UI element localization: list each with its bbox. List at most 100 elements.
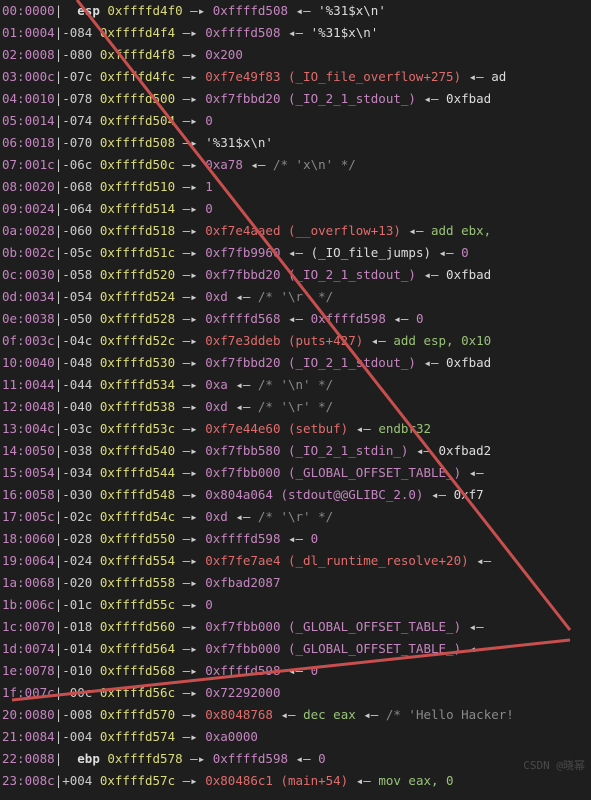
arrow-icon: —▸ bbox=[175, 641, 205, 656]
line-index: 00:0000 bbox=[2, 3, 55, 18]
address: 0xffffd54c bbox=[100, 509, 175, 524]
address: 0xffffd508 bbox=[100, 135, 175, 150]
offset: |-024 bbox=[55, 553, 100, 568]
arrow-icon: —▸ bbox=[175, 575, 205, 590]
arrow-icon: —▸ bbox=[175, 311, 205, 326]
stack-row: 1e:0078|-010 0xffffd568 —▸ 0xffffd598 ◂—… bbox=[0, 660, 591, 682]
arrow-icon: —▸ bbox=[175, 597, 205, 612]
arrow-icon: —▸ bbox=[175, 399, 205, 414]
stack-row: 08:0020|-068 0xffffd510 —▸ 1 bbox=[0, 176, 591, 198]
line-index: 23:008c bbox=[2, 773, 55, 788]
arrow-icon: ◂— bbox=[461, 69, 491, 84]
arrow-icon: —▸ bbox=[175, 355, 205, 370]
arrow-icon: ◂— bbox=[280, 531, 310, 546]
stack-row: 19:0064|-024 0xffffd554 —▸ 0xf7fe7ae4 (_… bbox=[0, 550, 591, 572]
arrow-icon: —▸ bbox=[175, 135, 205, 150]
stack-value: '%31$x\n' bbox=[205, 135, 273, 150]
address: 0xffffd518 bbox=[100, 223, 175, 238]
stack-row: 0a:0028|-060 0xffffd518 —▸ 0xf7e4aaed (_… bbox=[0, 220, 591, 242]
arrow-icon: ◂— bbox=[423, 487, 453, 502]
stack-value: 0xf7e4aaed (__overflow+13) bbox=[205, 223, 401, 238]
arrow-icon: —▸ bbox=[175, 47, 205, 62]
arrow-icon: ◂— bbox=[228, 377, 258, 392]
stack-value: 0xfbad2 bbox=[439, 443, 492, 458]
arrow-icon: —▸ bbox=[175, 113, 205, 128]
arrow-icon: —▸ bbox=[175, 773, 205, 788]
stack-value: 0xf7fb9960 bbox=[205, 245, 280, 260]
address: 0xffffd504 bbox=[100, 113, 175, 128]
stack-value: '%31$x\n' bbox=[318, 3, 386, 18]
stack-value: 0xf7fbb000 (_GLOBAL_OFFSET_TABLE_) bbox=[205, 641, 461, 656]
line-index: 19:0064 bbox=[2, 553, 55, 568]
stack-row: 11:0044|-044 0xffffd534 —▸ 0xa ◂— /* '\n… bbox=[0, 374, 591, 396]
offset: |-064 bbox=[55, 201, 100, 216]
stack-value: 0xffffd598 bbox=[205, 531, 280, 546]
stack-value: 0xffffd598 bbox=[213, 751, 288, 766]
address: 0xffffd534 bbox=[100, 377, 175, 392]
offset: |-060 bbox=[55, 223, 100, 238]
arrow-icon: ◂— bbox=[228, 399, 258, 414]
stack-row: 00:0000| esp 0xffffd4f0 —▸ 0xffffd508 ◂—… bbox=[0, 0, 591, 22]
line-index: 14:0050 bbox=[2, 443, 55, 458]
arrow-icon: ◂— bbox=[363, 333, 393, 348]
stack-value: 0x8048768 bbox=[205, 707, 273, 722]
address: 0xffffd53c bbox=[100, 421, 175, 436]
arrow-icon: ◂— bbox=[431, 245, 461, 260]
arrow-icon: ◂— bbox=[228, 289, 258, 304]
stack-value: ad bbox=[491, 69, 506, 84]
line-index: 0b:002c bbox=[2, 245, 55, 260]
address: 0xffffd4f8 bbox=[100, 47, 175, 62]
arrow-icon: —▸ bbox=[175, 245, 205, 260]
arrow-icon: ◂— bbox=[416, 267, 446, 282]
arrow-icon: —▸ bbox=[175, 377, 205, 392]
stack-row: 05:0014|-074 0xffffd504 —▸ 0 bbox=[0, 110, 591, 132]
stack-value: 0xffffd508 bbox=[205, 25, 280, 40]
stack-value: 0xf7e3ddeb (puts+427) bbox=[205, 333, 363, 348]
line-index: 1b:006c bbox=[2, 597, 55, 612]
arrow-icon: —▸ bbox=[175, 289, 205, 304]
stack-value: 0xfbad2087 bbox=[205, 575, 280, 590]
offset: |-06c bbox=[55, 157, 100, 172]
line-index: 06:0018 bbox=[2, 135, 55, 150]
offset: |-014 bbox=[55, 641, 100, 656]
stack-row: 0f:003c|-04c 0xffffd52c —▸ 0xf7e3ddeb (p… bbox=[0, 330, 591, 352]
arrow-icon: ◂— bbox=[469, 553, 499, 568]
stack-value: 0xf7fe7ae4 (_dl_runtime_resolve+20) bbox=[205, 553, 468, 568]
arrow-icon: ◂— bbox=[280, 245, 310, 260]
offset: |-02c bbox=[55, 509, 100, 524]
offset: |-030 bbox=[55, 487, 100, 502]
line-index: 0f:003c bbox=[2, 333, 55, 348]
line-index: 17:005c bbox=[2, 509, 55, 524]
line-index: 05:0014 bbox=[2, 113, 55, 128]
offset: |-050 bbox=[55, 311, 100, 326]
arrow-icon: —▸ bbox=[175, 267, 205, 282]
stack-value: 0xf7fbbd20 (_IO_2_1_stdout_) bbox=[205, 355, 416, 370]
arrow-icon: ◂— bbox=[228, 509, 258, 524]
address: 0xffffd560 bbox=[100, 619, 175, 634]
arrow-icon: —▸ bbox=[175, 729, 205, 744]
line-index: 10:0040 bbox=[2, 355, 55, 370]
arrow-icon: —▸ bbox=[175, 179, 205, 194]
address: 0xffffd564 bbox=[100, 641, 175, 656]
stack-value: 0x72292000 bbox=[205, 685, 280, 700]
stack-row: 1b:006c|-01c 0xffffd55c —▸ 0 bbox=[0, 594, 591, 616]
offset: |-010 bbox=[55, 663, 100, 678]
stack-row: 12:0048|-040 0xffffd538 —▸ 0xd ◂— /* '\r… bbox=[0, 396, 591, 418]
offset: |-040 bbox=[55, 399, 100, 414]
address: 0xffffd4f4 bbox=[100, 25, 175, 40]
arrow-icon: ◂— bbox=[288, 3, 318, 18]
stack-value: 0xffffd598 bbox=[311, 311, 386, 326]
arrow-icon: —▸ bbox=[175, 487, 205, 502]
line-index: 20:0080 bbox=[2, 707, 55, 722]
arrow-icon: ◂— bbox=[280, 25, 310, 40]
stack-value: /* '\r' */ bbox=[258, 289, 333, 304]
arrow-icon: —▸ bbox=[175, 91, 205, 106]
address: 0xffffd524 bbox=[100, 289, 175, 304]
stack-value: 0xfbad bbox=[446, 91, 491, 106]
offset: |-058 bbox=[55, 267, 100, 282]
stack-row: 07:001c|-06c 0xffffd50c —▸ 0xa78 ◂— /* '… bbox=[0, 154, 591, 176]
stack-value: 0xd bbox=[205, 399, 228, 414]
stack-value: 0 bbox=[205, 113, 213, 128]
offset: |-084 bbox=[55, 25, 100, 40]
stack-value: 0x804a064 (stdout@@GLIBC_2.0) bbox=[205, 487, 423, 502]
